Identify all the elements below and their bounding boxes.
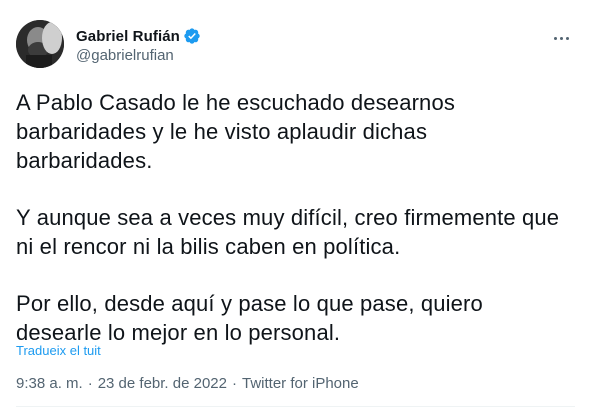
tweet-time[interactable]: 9:38 a. m. bbox=[16, 375, 83, 392]
tweet-date[interactable]: 23 de febr. de 2022 bbox=[98, 375, 227, 392]
display-name-row: Gabriel Rufián bbox=[76, 26, 201, 46]
tweet-line: Por ello, desde aquí y pase lo que pase,… bbox=[16, 291, 483, 316]
tweet-line: desearle lo mejor en lo personal. bbox=[16, 320, 341, 345]
more-horizontal-icon[interactable] bbox=[549, 28, 573, 48]
display-name[interactable]: Gabriel Rufián bbox=[76, 28, 180, 45]
verified-badge-icon bbox=[183, 27, 201, 45]
tweet-header: Gabriel Rufián @gabrielrufian bbox=[16, 14, 579, 68]
tweet-text: A Pablo Casado le he escuchado desearnos… bbox=[16, 88, 581, 347]
divider bbox=[16, 406, 575, 407]
tweet-line: A Pablo Casado le he escuchado desearnos bbox=[16, 90, 455, 115]
tweet-paragraph-2: Y aunque sea a veces muy difícil, creo f… bbox=[16, 203, 581, 261]
tweet-card: Gabriel Rufián @gabrielrufian A Pablo Ca… bbox=[0, 0, 591, 413]
tweet-paragraph-3: Por ello, desde aquí y pase lo que pase,… bbox=[16, 289, 581, 347]
translate-link[interactable]: Tradueix el tuit bbox=[16, 343, 101, 358]
tweet-meta: 9:38 a. m. · 23 de febr. de 2022 · Twitt… bbox=[16, 375, 359, 392]
author-names: Gabriel Rufián @gabrielrufian bbox=[76, 26, 201, 64]
tweet-line: Y aunque sea a veces muy difícil, creo f… bbox=[16, 205, 560, 230]
tweet-line: barbaridades. bbox=[16, 148, 153, 173]
tweet-paragraph-1: A Pablo Casado le he escuchado desearnos… bbox=[16, 88, 581, 175]
tweet-line: barbaridades y le he visto aplaudir dich… bbox=[16, 119, 428, 144]
handle[interactable]: @gabrielrufian bbox=[76, 47, 201, 64]
meta-separator: · bbox=[231, 375, 237, 392]
tweet-source[interactable]: Twitter for iPhone bbox=[242, 375, 359, 392]
meta-separator: · bbox=[87, 375, 93, 392]
avatar-image bbox=[16, 20, 64, 68]
avatar[interactable] bbox=[16, 20, 64, 68]
tweet-line: ni el rencor ni la bilis caben en políti… bbox=[16, 234, 401, 259]
